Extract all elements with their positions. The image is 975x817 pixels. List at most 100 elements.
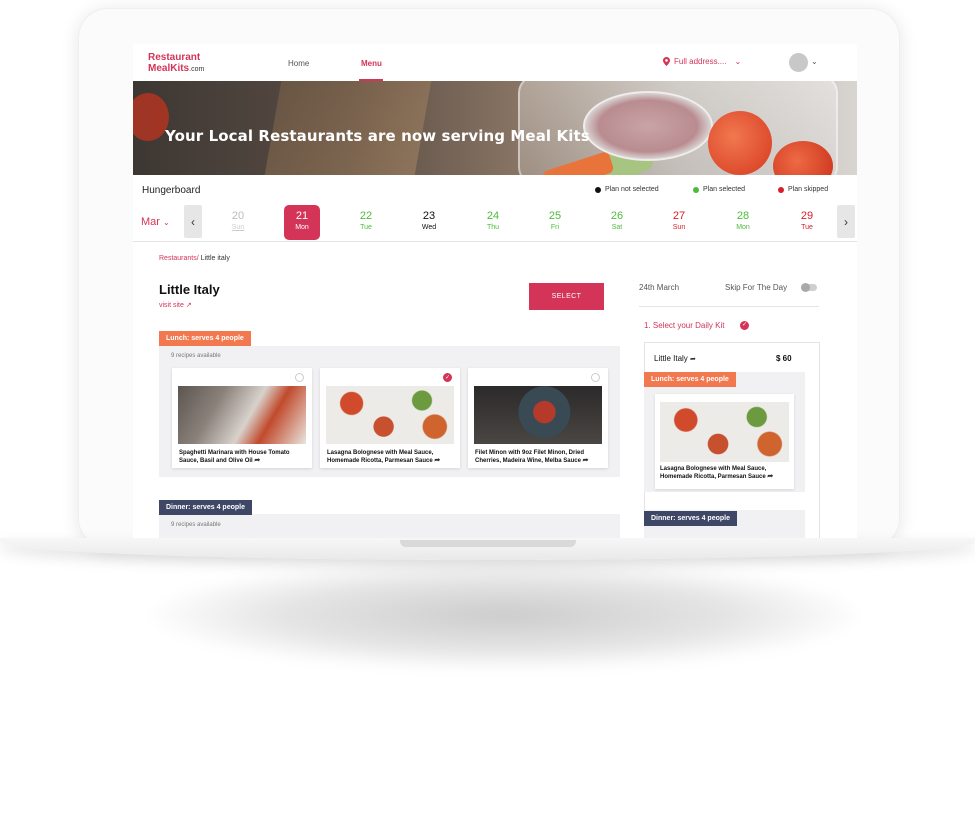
visit-site-label: visit site	[159, 302, 184, 309]
divider	[639, 306, 819, 307]
date-number: 27	[672, 210, 686, 222]
date-number: 26	[610, 210, 624, 222]
chevron-right-icon: ›	[844, 214, 848, 229]
next-week-button[interactable]: ›	[837, 205, 855, 238]
recipe-title-text: Lasagna Bolognese with Meal Sauce, Homem…	[327, 450, 434, 464]
date-weekday: Mon	[295, 224, 309, 231]
kit-recipe-card[interactable]: Lasagna Bolognese with Meal Sauce, Homem…	[655, 394, 794, 489]
recipe-card-selected[interactable]: ✓ Lasagna Bolognese with Meal Sauce, Hom…	[320, 368, 460, 468]
check-icon: ✓	[740, 321, 749, 330]
site-logo[interactable]: Restaurant MealKits.com	[148, 52, 204, 75]
lunch-tag: Lunch: serves 4 people	[159, 331, 251, 346]
breadcrumb: Restaurants/ Little italy	[159, 255, 230, 262]
recipe-title-text: Filet Minon with 9oz Filet Minon, Dried …	[475, 450, 584, 464]
selected-date-label: 24th March	[639, 283, 680, 292]
address-label: Full address....	[674, 57, 727, 66]
date-weekday: Wed	[421, 224, 437, 231]
share-icon[interactable]: ➦	[434, 457, 440, 464]
date-item[interactable]: 20 Sun	[220, 205, 256, 240]
recipe-image	[474, 386, 602, 444]
nav-home-link[interactable]: Home	[288, 59, 309, 68]
logo-suffix: .com	[189, 66, 205, 73]
date-number: 29	[800, 210, 814, 222]
recipe-radio[interactable]	[591, 373, 600, 382]
hero-food-decor	[133, 93, 169, 141]
select-button[interactable]: SELECT	[529, 283, 604, 310]
recipe-card[interactable]: Filet Minon with 9oz Filet Minon, Dried …	[468, 368, 608, 468]
skip-day-toggle[interactable]	[801, 283, 817, 292]
legend-dot	[693, 186, 699, 193]
date-number: 28	[736, 210, 750, 222]
date-weekday: Sun	[672, 224, 686, 231]
date-item[interactable]: 27 Sun	[661, 205, 697, 240]
dinner-recipes-panel	[159, 514, 620, 538]
date-item[interactable]: 22 Tue	[348, 205, 384, 240]
laptop-shadow	[150, 560, 860, 670]
nav-menu-link[interactable]: Menu	[361, 59, 382, 68]
hungerboard-label: Hungerboard	[142, 185, 201, 196]
logo-line-1: Restaurant	[148, 52, 201, 63]
date-item[interactable]: 24 Thu	[475, 205, 511, 240]
legend-dot	[778, 186, 784, 193]
recipes-available-label: 9 recipes available	[171, 353, 221, 359]
address-selector[interactable]: Full address.... ⌄	[663, 57, 741, 66]
date-item[interactable]: 29 Tue	[789, 205, 825, 240]
hero-food-decor	[583, 91, 713, 161]
month-label: Mar	[141, 216, 160, 228]
share-icon[interactable]: ➦	[767, 473, 773, 480]
recipe-card[interactable]: Spaghetti Marinara with House Tomato Sau…	[172, 368, 312, 468]
location-pin-icon	[663, 57, 670, 66]
date-weekday: Thu	[486, 224, 500, 231]
breadcrumb-restaurants-link[interactable]: Restaurants/	[159, 255, 199, 262]
date-number: 24	[486, 210, 500, 222]
hero-food-decor	[708, 111, 772, 175]
breadcrumb-current: Little italy	[200, 255, 230, 262]
date-weekday: Tue	[360, 224, 372, 231]
legend-item: Plan selected	[693, 186, 745, 193]
hero-title: Your Local Restaurants are now serving M…	[165, 127, 590, 145]
prev-week-button[interactable]: ‹	[184, 205, 202, 238]
kit-name-text: Little Italy	[654, 354, 688, 363]
date-item[interactable]: 25 Fri	[537, 205, 573, 240]
legend-label: Plan not selected	[605, 186, 659, 193]
chevron-down-icon: ⌄	[163, 218, 170, 227]
date-item[interactable]: 23 Wed	[411, 205, 447, 240]
recipe-image	[178, 386, 306, 444]
laptop-notch	[400, 540, 576, 547]
visit-site-link[interactable]: visit site ↗	[159, 301, 192, 309]
logo-line-2: MealKits.com	[148, 63, 204, 75]
date-number: 25	[548, 210, 562, 222]
recipe-title-text: Lasagna Bolognese with Meal Sauce, Homem…	[660, 466, 767, 480]
date-number: 21	[295, 210, 309, 222]
legend-label: Plan selected	[703, 186, 746, 193]
chevron-down-icon: ⌄	[734, 57, 742, 66]
avatar[interactable]	[789, 53, 808, 72]
kit-restaurant-name[interactable]: Little Italy ➦	[654, 354, 696, 363]
date-item[interactable]: 26 Sat	[599, 205, 635, 240]
date-weekday: Fri	[550, 224, 560, 231]
chevron-left-icon: ‹	[191, 214, 195, 229]
share-icon[interactable]: ➦	[690, 356, 696, 363]
chevron-down-icon[interactable]: ⌄	[811, 57, 818, 66]
check-icon[interactable]: ✓	[443, 373, 452, 382]
date-weekday: Sat	[611, 224, 623, 231]
date-item-active[interactable]: 21 Mon	[284, 205, 320, 240]
recipe-image	[326, 386, 454, 444]
legend-item: Plan skipped	[778, 186, 828, 193]
app-screen: Restaurant MealKits.com Home Menu Full a…	[133, 44, 857, 538]
date-number: 22	[359, 210, 373, 222]
month-selector[interactable]: Mar ⌄	[141, 216, 170, 228]
top-nav-bar: Restaurant MealKits.com Home Menu Full a…	[133, 44, 857, 82]
recipe-title: Spaghetti Marinara with House Tomato Sau…	[179, 449, 305, 465]
recipe-radio[interactable]	[295, 373, 304, 382]
date-number: 23	[422, 210, 436, 222]
recipe-title: Filet Minon with 9oz Filet Minon, Dried …	[475, 449, 601, 465]
date-item[interactable]: 28 Mon	[725, 205, 761, 240]
dinner-tag: Dinner: serves 4 people	[159, 500, 252, 515]
share-icon[interactable]: ➦	[583, 457, 589, 464]
restaurant-title: Little Italy	[159, 282, 220, 297]
share-icon[interactable]: ➦	[254, 457, 260, 464]
date-weekday: Sun	[231, 224, 245, 231]
legend-item: Plan not selected	[595, 186, 659, 193]
kit-dinner-tag: Dinner: serves 4 people	[644, 511, 737, 526]
